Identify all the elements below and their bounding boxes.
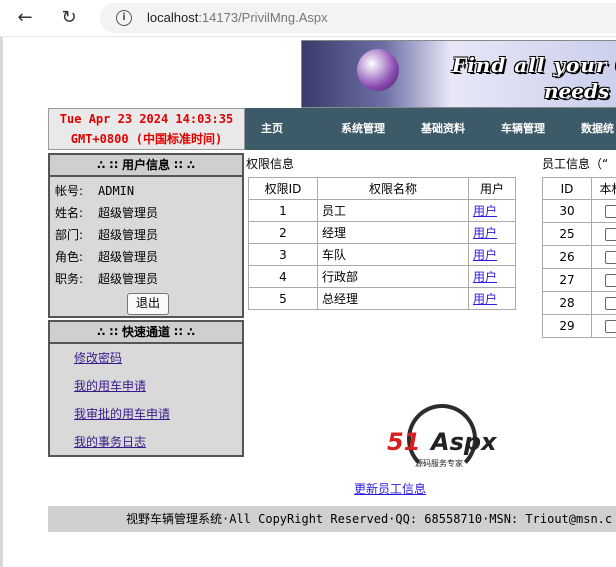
user-info-title: ∴ ∷ 用户信息 ∷ ∴ xyxy=(50,155,242,177)
footer: 视野车辆管理系统·All CopyRight Reserved·QQ: 6855… xyxy=(48,506,616,532)
col-header-user: 用户 xyxy=(468,177,516,200)
link-my-vehicle-requests[interactable]: 我的用车申请 xyxy=(50,372,242,400)
51aspx-logo: 51 Aspx 源码服务专家 xyxy=(385,402,515,476)
table-row: 30 xyxy=(542,199,616,223)
checkbox[interactable] xyxy=(605,251,616,264)
banner-ad[interactable]: Find all your C needs xyxy=(301,40,616,108)
quick-access-panel: ∴ ∷ 快速通道 ∷ ∴ 修改密码 我的用车申请 我审批的用车申请 我的事务日志 xyxy=(48,320,244,457)
cell-id: 1 xyxy=(248,199,318,222)
col-header-has-priv: 本权 xyxy=(591,177,616,200)
cell-emp-id: 30 xyxy=(542,199,592,223)
address-bar[interactable]: i localhost:14173/PrivilMng.Aspx xyxy=(100,3,616,33)
left-divider xyxy=(0,37,3,567)
nav-item-system[interactable]: 系统管理 xyxy=(341,108,385,150)
table-row: 2 经理 用户 xyxy=(248,221,516,244)
banner-line2: needs xyxy=(544,79,610,103)
table-row: 5 总经理 用户 xyxy=(248,287,516,310)
col-header-id: 权限ID xyxy=(248,177,318,200)
page-content: Find all your C needs Tue Apr 23 2024 14… xyxy=(0,37,616,567)
logo-tagline: 源码服务专家 xyxy=(415,459,463,468)
table-row: 4 行政部 用户 xyxy=(248,265,516,288)
table-row: 29 xyxy=(542,314,616,338)
info-row-position: 职务: 超级管理员 xyxy=(55,272,159,286)
cell-id: 4 xyxy=(248,265,318,288)
cell-emp-id: 25 xyxy=(542,222,592,246)
logout-button[interactable]: 退出 xyxy=(127,293,169,315)
cell-emp-id: 26 xyxy=(542,245,592,269)
nav-item-basic[interactable]: 基础资料 xyxy=(421,108,465,150)
table-row: 3 车队 用户 xyxy=(248,243,516,266)
user-link[interactable]: 用户 xyxy=(473,204,497,218)
info-row-account: 帐号: ADMIN xyxy=(55,184,135,198)
cell-id: 2 xyxy=(248,221,318,244)
checkbox[interactable] xyxy=(605,320,616,333)
cell-name: 车队 xyxy=(317,243,469,266)
cell-id: 3 xyxy=(248,243,318,266)
table-row: 1 员工 用户 xyxy=(248,199,516,222)
checkbox[interactable] xyxy=(605,297,616,310)
col-header-emp-id: ID xyxy=(542,177,592,200)
cell-emp-id: 28 xyxy=(542,291,592,315)
reload-icon[interactable]: ↻ xyxy=(58,8,80,28)
user-link[interactable]: 用户 xyxy=(473,292,497,306)
info-row-department: 部门: 超级管理员 xyxy=(55,228,159,242)
privileges-table: 权限ID 权限名称 用户 1 员工 用户 2 经理 用户 3 车队 用户 4 行… xyxy=(248,177,516,310)
link-approved-requests[interactable]: 我审批的用车申请 xyxy=(50,400,242,428)
info-row-role: 角色: 超级管理员 xyxy=(55,250,159,264)
back-arrow-icon[interactable]: ← xyxy=(14,8,36,28)
update-employee-link[interactable]: 更新员工信息 xyxy=(354,480,426,497)
clock-line2: GMT+0800 (中国标准时间) xyxy=(70,132,223,146)
link-my-logs[interactable]: 我的事务日志 xyxy=(50,428,242,456)
table-row: 25 xyxy=(542,222,616,246)
cell-name: 经理 xyxy=(317,221,469,244)
nav-item-vehicle[interactable]: 车辆管理 xyxy=(501,108,545,150)
user-link[interactable]: 用户 xyxy=(473,270,497,284)
logo-number: 51 xyxy=(387,428,421,456)
cell-name: 行政部 xyxy=(317,265,469,288)
cell-emp-id: 29 xyxy=(542,314,592,338)
user-link[interactable]: 用户 xyxy=(473,248,497,262)
url-text[interactable]: localhost:14173/PrivilMng.Aspx xyxy=(147,10,328,25)
col-header-name: 权限名称 xyxy=(317,177,469,200)
clock-display: Tue Apr 23 2024 14:03:35 GMT+0800 (中国标准时… xyxy=(48,108,245,150)
logo-word: Aspx xyxy=(431,428,497,456)
banner-line1: Find all your C xyxy=(452,53,616,77)
main-nav: 主页 系统管理 基础资料 车辆管理 数据统 xyxy=(245,108,616,150)
user-info-panel: ∴ ∷ 用户信息 ∷ ∴ 帐号: ADMIN 姓名: 超级管理员 部门: 超级管理员 … xyxy=(48,153,244,318)
clock-line1: Tue Apr 23 2024 14:03:35 xyxy=(59,112,234,126)
checkbox[interactable] xyxy=(605,205,616,218)
cell-id: 5 xyxy=(248,287,318,310)
employees-title: 员工信息（“ xyxy=(542,157,609,171)
quick-access-title: ∴ ∷ 快速通道 ∷ ∴ xyxy=(50,322,242,344)
nav-item-home[interactable]: 主页 xyxy=(261,108,283,150)
info-icon[interactable]: i xyxy=(116,10,132,26)
nav-item-stats[interactable]: 数据统 xyxy=(581,108,614,150)
table-row: 28 xyxy=(542,291,616,315)
privileges-title: 权限信息 xyxy=(246,157,295,171)
table-row: 26 xyxy=(542,245,616,269)
browser-toolbar: ← ↻ i localhost:14173/PrivilMng.Aspx xyxy=(0,0,616,37)
cell-name: 员工 xyxy=(317,199,469,222)
info-row-name: 姓名: 超级管理员 xyxy=(55,206,159,220)
checkbox[interactable] xyxy=(605,274,616,287)
table-row: 27 xyxy=(542,268,616,292)
link-change-password[interactable]: 修改密码 xyxy=(50,344,242,372)
employees-table: ID 本权 30 25 26 27 28 29 xyxy=(542,177,616,338)
table-header-row: ID 本权 xyxy=(542,177,616,200)
cell-emp-id: 27 xyxy=(542,268,592,292)
checkbox[interactable] xyxy=(605,228,616,241)
user-link[interactable]: 用户 xyxy=(473,226,497,240)
table-header-row: 权限ID 权限名称 用户 xyxy=(248,177,516,200)
cell-name: 总经理 xyxy=(317,287,469,310)
globe-icon xyxy=(357,49,399,91)
